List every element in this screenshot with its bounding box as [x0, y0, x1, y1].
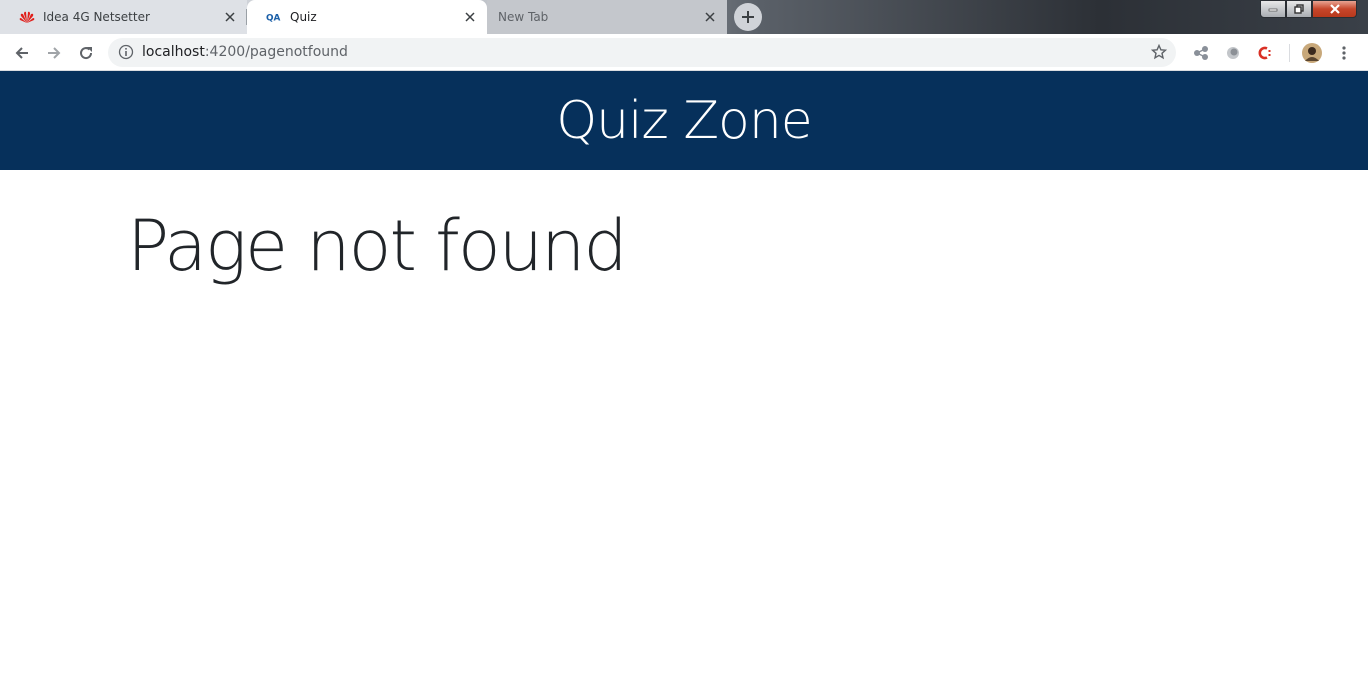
minimize-button[interactable] — [1260, 0, 1286, 18]
qa-logo-icon: QA — [266, 9, 282, 25]
reload-button[interactable] — [73, 40, 99, 66]
back-button[interactable] — [9, 40, 35, 66]
forward-button[interactable] — [41, 40, 67, 66]
svg-text:QA: QA — [266, 14, 281, 23]
toolbar-separator — [1289, 44, 1290, 62]
puzzle-extension-icon[interactable] — [1188, 40, 1214, 66]
browser-toolbar: localhost:4200/pagenotfound — [0, 34, 1368, 71]
browser-menu-button[interactable] — [1331, 40, 1357, 66]
tab-label: New Tab — [498, 10, 549, 24]
url-path: :4200/pagenotfound — [204, 44, 348, 60]
info-icon[interactable] — [118, 44, 134, 60]
arrow-right-icon — [48, 47, 61, 59]
tab-quiz[interactable]: QA Quiz — [247, 0, 487, 34]
tab-label: Quiz — [290, 10, 317, 24]
c-extension-icon[interactable] — [1252, 40, 1278, 66]
tab-new-tab[interactable]: New Tab — [487, 0, 727, 34]
reload-icon — [80, 47, 93, 60]
site-title: Quiz Zone — [556, 90, 813, 151]
tab-idea-netsetter[interactable]: Idea 4G Netsetter — [0, 0, 247, 34]
address-bar[interactable]: localhost:4200/pagenotfound — [108, 38, 1176, 67]
profile-avatar[interactable] — [1299, 40, 1325, 66]
arrow-left-icon — [15, 47, 28, 59]
window-close-button[interactable] — [1312, 0, 1357, 18]
restore-icon — [1294, 4, 1304, 14]
circle-extension-icon[interactable] — [1220, 40, 1246, 66]
huawei-logo-icon — [19, 9, 35, 25]
site-header: Quiz Zone — [0, 71, 1368, 170]
bookmark-star-icon[interactable] — [1150, 43, 1168, 61]
close-icon — [1329, 4, 1340, 14]
tab-label: Idea 4G Netsetter — [43, 10, 150, 24]
plus-icon — [742, 11, 754, 23]
tab-close-icon[interactable] — [462, 9, 478, 25]
window-controls — [1260, 0, 1357, 18]
tab-close-icon[interactable] — [702, 9, 718, 25]
url-host: localhost — [142, 44, 205, 60]
browser-tab-strip: Idea 4G Netsetter QA Quiz New Tab — [0, 0, 1368, 34]
page-not-found-heading: Page not found — [127, 205, 628, 287]
restore-button[interactable] — [1286, 0, 1312, 18]
minimize-icon — [1268, 8, 1278, 12]
tab-close-icon[interactable] — [222, 9, 238, 25]
more-vertical-icon — [1342, 46, 1346, 60]
new-tab-button[interactable] — [734, 3, 762, 31]
url-text[interactable]: localhost:4200/pagenotfound — [142, 44, 348, 61]
